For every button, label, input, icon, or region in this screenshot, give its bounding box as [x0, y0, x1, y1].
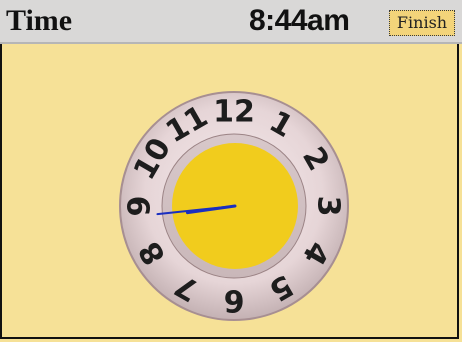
- clock-svg: 12 1234567891011: [119, 91, 349, 321]
- numeral-9: 9: [123, 196, 158, 217]
- clock: 12 1 2 3 4 5 6 7 8 9 10 11: [0, 0, 462, 342]
- numeral-3: 3: [311, 196, 346, 217]
- numeral-12: 12: [213, 95, 255, 130]
- numeral-6: 6: [224, 283, 245, 318]
